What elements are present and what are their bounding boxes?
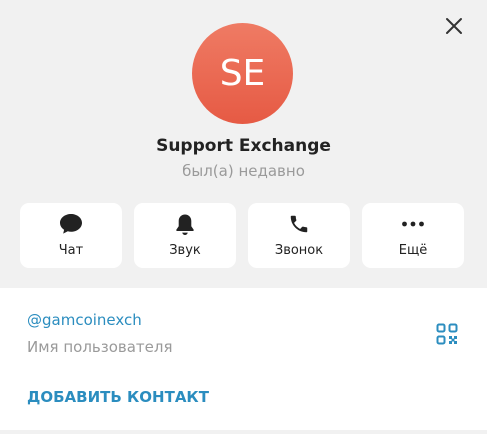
sound-button[interactable]: Звук (134, 203, 236, 268)
more-label: Ещё (398, 243, 428, 258)
more-button[interactable]: Ещё (362, 203, 464, 268)
qr-code-icon (436, 323, 458, 345)
username[interactable]: @gamcoinexch (27, 311, 142, 329)
action-buttons: Чат Звук Звонок Ещё (20, 203, 465, 268)
bell-icon (176, 214, 194, 235)
close-icon (446, 18, 462, 34)
sound-label: Звук (169, 243, 201, 258)
info-section: @gamcoinexch Имя пользователя ДОБАВИТЬ К… (0, 288, 487, 430)
chat-label: Чат (58, 243, 84, 258)
avatar: SE (192, 23, 293, 124)
username-caption: Имя пользователя (27, 338, 173, 356)
call-label: Звонок (274, 243, 324, 258)
chat-button[interactable]: Чат (20, 203, 122, 268)
avatar-initials: SE (219, 53, 266, 94)
qr-code-button[interactable] (434, 321, 460, 347)
profile-panel: SE Support Exchange был(а) недавно Чат З… (0, 0, 487, 434)
close-button[interactable] (438, 10, 470, 42)
more-dots-icon (402, 221, 424, 227)
add-contact-button[interactable]: ДОБАВИТЬ КОНТАКТ (27, 388, 209, 406)
last-seen-status: был(а) недавно (182, 162, 305, 180)
chat-bubble-icon (60, 214, 82, 234)
profile-name: Support Exchange (156, 136, 331, 156)
phone-icon (290, 215, 308, 233)
call-button[interactable]: Звонок (248, 203, 350, 268)
